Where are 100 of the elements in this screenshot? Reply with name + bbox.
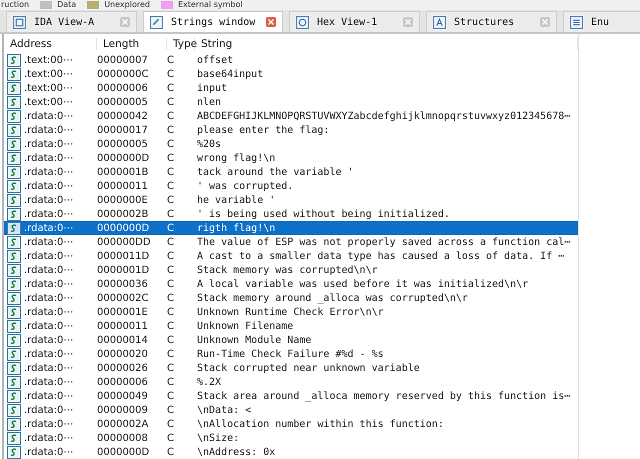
type-cell-text: C	[167, 54, 175, 66]
type-cell-text: C	[167, 418, 175, 430]
string-cell-text: tack around the variable '	[196, 166, 355, 178]
string-cell-text: Unknown Module Name	[196, 334, 312, 346]
string-row[interactable]: .rdata:0⋯ 0000000D C rigth flag!\n	[4, 221, 578, 235]
string-cell-text: Stack memory around _alloca was corrupted\n\r	[196, 292, 469, 304]
string-row[interactable]: .rdata:0⋯ 0000000D C \nAddress: 0x	[4, 445, 578, 459]
length-cell-text: 0000002B	[97, 208, 150, 220]
type-cell-text: C	[167, 334, 175, 346]
string-cell-text: %20s	[196, 138, 222, 150]
string-row[interactable]: .rdata:0⋯ 0000002C C Stack memory around _alloca was corrupted\n\r	[4, 291, 578, 305]
string-row[interactable]: .rdata:0⋯ 0000000E C he variable '	[4, 193, 578, 207]
string-row[interactable]: .rdata:0⋯ 0000002B C ' is being used without being initialized.	[4, 207, 578, 221]
string-cell-text: nlen	[196, 96, 222, 108]
string-row[interactable]: .rdata:0⋯ 0000000D C wrong flag!\n	[4, 151, 578, 165]
length-cell-text: 00000036	[97, 278, 149, 290]
address-cell-text: .rdata:0⋯	[24, 446, 74, 458]
type-cell-text: C	[167, 278, 175, 290]
string-row[interactable]: .rdata:0⋯ 00000009 C \nData: <	[4, 403, 578, 417]
address-cell-text: .rdata:0⋯	[24, 222, 74, 234]
close-icon[interactable]	[403, 17, 413, 27]
type-cell-text: C	[167, 222, 175, 234]
string-row[interactable]: .rdata:0⋯ 00000020 C Run-Time Check Failure #%d - %s	[4, 347, 578, 361]
string-row[interactable]: .rdata:0⋯ 0000001D C Stack memory was corrupted\n\r	[4, 263, 578, 277]
address-cell-text: .rdata:0⋯	[24, 320, 74, 332]
address-cell-text: .rdata:0⋯	[24, 376, 74, 388]
tab[interactable]: Enu	[563, 11, 640, 32]
string-row[interactable]: .rdata:0⋯ 00000049 C Stack area around _alloca memory reserved by this function is⋯	[4, 389, 578, 403]
column-header[interactable]: String	[195, 38, 578, 50]
string-cell-text: Unknown Runtime Check Error\n\r	[196, 306, 385, 318]
string-row[interactable]: .rdata:0⋯ 00000026 C Stack corrupted near unknown variable	[4, 361, 578, 375]
address-cell-text: .rdata:0⋯	[24, 208, 74, 220]
string-row[interactable]: .rdata:0⋯ 0000011D C A cast to a smaller data type has caused a loss of data. If ⋯	[4, 249, 578, 263]
address-cell-text: .text:00⋯	[24, 54, 74, 66]
length-cell-text: 00000011	[97, 180, 149, 192]
type-cell-text: C	[167, 110, 175, 122]
letter-icon	[433, 16, 446, 28]
address-cell-text: .rdata:0⋯	[24, 194, 74, 206]
address-cell-text: .rdata:0⋯	[24, 348, 74, 360]
type-cell-text: C	[167, 250, 175, 262]
string-cell-text: \nData: <	[196, 404, 252, 416]
close-icon[interactable]	[120, 17, 130, 27]
string-row[interactable]: .text:00⋯ 00000005 C nlen	[4, 95, 578, 109]
tab[interactable]: Strings window	[143, 11, 283, 32]
length-cell-text: 00000026	[97, 362, 149, 374]
address-cell-text: .text:00⋯	[24, 82, 74, 94]
type-cell-text: C	[167, 236, 175, 248]
address-cell-text: .text:00⋯	[24, 68, 74, 80]
string-cell-text: Run-Time Check Failure #%d - %s	[196, 348, 385, 360]
type-cell-text: C	[167, 124, 175, 136]
length-cell-text: 00000042	[97, 110, 149, 122]
tab[interactable]: IDA View-A	[6, 11, 137, 32]
type-cell-text: C	[167, 446, 175, 458]
tab[interactable]: Hex View-1	[289, 11, 420, 32]
string-cell-text: ' is being used without being initialized.	[196, 208, 451, 220]
type-cell-text: C	[167, 404, 175, 416]
length-cell-text: 00000007	[97, 54, 149, 66]
column-header[interactable]: Type	[167, 38, 195, 50]
length-cell-text: 0000001D	[97, 264, 150, 276]
address-cell-text: .rdata:0⋯	[24, 166, 74, 178]
close-icon[interactable]	[266, 17, 276, 27]
address-cell-text: .rdata:0⋯	[24, 362, 74, 374]
address-cell-text: .rdata:0⋯	[24, 180, 74, 192]
column-header[interactable]: Length	[97, 38, 167, 50]
length-cell-text: 0000000D	[97, 152, 150, 164]
address-cell-text: .rdata:0⋯	[24, 418, 74, 430]
string-row[interactable]: .rdata:0⋯ 0000001B C tack around the variable '	[4, 165, 578, 179]
string-row[interactable]: .rdata:0⋯ 00000005 C %20s	[4, 137, 578, 151]
length-cell-text: 0000000C	[97, 68, 150, 80]
string-cell-text: Stack area around _alloca memory reserved by this function is⋯	[196, 390, 572, 402]
string-row[interactable]: .rdata:0⋯ 000000DD C The value of ESP was not properly saved across a function cal⋯	[4, 235, 578, 249]
type-cell-text: C	[167, 68, 175, 80]
string-row[interactable]: .rdata:0⋯ 00000006 C %.2X	[4, 375, 578, 389]
string-row[interactable]: .text:00⋯ 00000006 C input	[4, 81, 578, 95]
address-cell-text: .rdata:0⋯	[24, 278, 74, 290]
length-cell-text: 0000000D	[97, 222, 150, 234]
length-cell-text: 0000000E	[97, 194, 149, 206]
type-cell-text: C	[167, 320, 175, 332]
string-row[interactable]: .text:00⋯ 0000000C C base64input	[4, 67, 578, 81]
string-cell-text: offset	[196, 54, 234, 66]
string-row[interactable]: .rdata:0⋯ 0000002A C \nAllocation number within this function:	[4, 417, 578, 431]
string-row[interactable]: .rdata:0⋯ 0000001E C Unknown Runtime Check Error\n\r	[4, 305, 578, 319]
column-header[interactable]: Address	[4, 38, 97, 50]
address-cell-text: .rdata:0⋯	[24, 306, 74, 318]
string-row[interactable]: .rdata:0⋯ 00000008 C \nSize:	[4, 431, 578, 445]
string-row[interactable]: .rdata:0⋯ 00000036 C A local variable was used before it was initialized\n\r	[4, 277, 578, 291]
string-cell-text: %.2X	[196, 376, 222, 388]
tab[interactable]: Structures	[426, 11, 557, 32]
window-icon	[13, 16, 26, 28]
close-icon[interactable]	[540, 17, 550, 27]
length-cell-text: 00000008	[97, 432, 149, 444]
string-row[interactable]: .rdata:0⋯ 00000017 C please enter the flag:	[4, 123, 578, 137]
string-row[interactable]: .rdata:0⋯ 00000011 C ' was corrupted.	[4, 179, 578, 193]
string-row[interactable]: .rdata:0⋯ 00000042 C ABCDEFGHIJKLMNOPQRSTUVWXYZabcdefghijklmnopqrstuvwxyz012345678⋯	[4, 109, 578, 123]
string-row[interactable]: .text:00⋯ 00000007 C offset	[4, 53, 578, 67]
string-row[interactable]: .rdata:0⋯ 00000011 C Unknown Filename	[4, 319, 578, 333]
length-cell-text: 000000DD	[97, 236, 152, 248]
type-cell-text: C	[167, 362, 175, 374]
string-row[interactable]: .rdata:0⋯ 00000014 C Unknown Module Name	[4, 333, 578, 347]
address-cell-text: .rdata:0⋯	[24, 138, 74, 150]
